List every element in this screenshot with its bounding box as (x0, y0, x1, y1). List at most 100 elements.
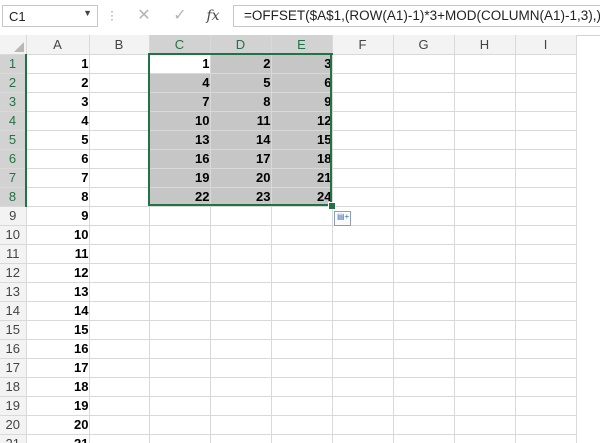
cell-f19[interactable] (332, 396, 394, 416)
cell-a7[interactable]: 7 (26, 168, 90, 188)
cell-h19[interactable] (454, 396, 516, 416)
cell-g8[interactable] (393, 187, 455, 207)
cell-e6[interactable]: 18 (271, 149, 333, 169)
cell-b12[interactable] (89, 263, 150, 283)
cell-b19[interactable] (89, 396, 150, 416)
cell-e12[interactable] (271, 263, 333, 283)
cell-e10[interactable] (271, 225, 333, 245)
cell-d15[interactable] (210, 320, 272, 340)
cell-f6[interactable] (332, 149, 394, 169)
cell-f5[interactable] (332, 130, 394, 150)
cell-f18[interactable] (332, 377, 394, 397)
cell-d17[interactable] (210, 358, 272, 378)
cell-g15[interactable] (393, 320, 455, 340)
cell-h14[interactable] (454, 301, 516, 321)
row-header-14[interactable]: 14 (0, 301, 27, 321)
cell-g16[interactable] (393, 339, 455, 359)
cell-h4[interactable] (454, 111, 516, 131)
cell-g9[interactable] (393, 206, 455, 226)
cell-h7[interactable] (454, 168, 516, 188)
cell-d7[interactable]: 20 (210, 168, 272, 188)
row-header-21[interactable]: 21 (0, 434, 27, 443)
cell-i15[interactable] (515, 320, 577, 340)
cell-h17[interactable] (454, 358, 516, 378)
cell-b3[interactable] (89, 92, 150, 112)
cell-f12[interactable] (332, 263, 394, 283)
cell-g7[interactable] (393, 168, 455, 188)
cell-h15[interactable] (454, 320, 516, 340)
confirm-icon[interactable]: ✓ (169, 5, 191, 27)
cell-d13[interactable] (210, 282, 272, 302)
cell-e14[interactable] (271, 301, 333, 321)
cell-d12[interactable] (210, 263, 272, 283)
cell-b21[interactable] (89, 434, 150, 443)
cell-d11[interactable] (210, 244, 272, 264)
cell-i4[interactable] (515, 111, 577, 131)
cell-e9[interactable] (271, 206, 333, 226)
cell-e21[interactable] (271, 434, 333, 443)
cell-b17[interactable] (89, 358, 150, 378)
cell-f2[interactable] (332, 73, 394, 93)
cell-f10[interactable] (332, 225, 394, 245)
cell-g2[interactable] (393, 73, 455, 93)
row-header-13[interactable]: 13 (0, 282, 27, 302)
cell-d8[interactable]: 23 (210, 187, 272, 207)
cell-a8[interactable]: 8 (26, 187, 90, 207)
cell-h18[interactable] (454, 377, 516, 397)
cell-c14[interactable] (149, 301, 211, 321)
row-header-9[interactable]: 9 (0, 206, 27, 226)
cell-f15[interactable] (332, 320, 394, 340)
cell-h6[interactable] (454, 149, 516, 169)
cell-h13[interactable] (454, 282, 516, 302)
cell-e1[interactable]: 3 (271, 54, 333, 74)
cell-c13[interactable] (149, 282, 211, 302)
chevron-down-icon[interactable]: ▼ (83, 8, 92, 18)
cell-h21[interactable] (454, 434, 516, 443)
cell-g18[interactable] (393, 377, 455, 397)
cell-b13[interactable] (89, 282, 150, 302)
cell-g10[interactable] (393, 225, 455, 245)
cell-i16[interactable] (515, 339, 577, 359)
cell-f16[interactable] (332, 339, 394, 359)
cell-a16[interactable]: 16 (26, 339, 90, 359)
cell-d4[interactable]: 11 (210, 111, 272, 131)
row-header-8[interactable]: 8 (0, 187, 27, 207)
column-header-d[interactable]: D (210, 35, 272, 55)
cell-c15[interactable] (149, 320, 211, 340)
cell-i14[interactable] (515, 301, 577, 321)
cell-d20[interactable] (210, 415, 272, 435)
cell-i9[interactable] (515, 206, 577, 226)
cell-g14[interactable] (393, 301, 455, 321)
cell-i13[interactable] (515, 282, 577, 302)
cell-e13[interactable] (271, 282, 333, 302)
fill-handle[interactable] (328, 202, 336, 210)
cell-f11[interactable] (332, 244, 394, 264)
cell-b16[interactable] (89, 339, 150, 359)
cell-a3[interactable]: 3 (26, 92, 90, 112)
cell-f3[interactable] (332, 92, 394, 112)
column-header-i[interactable]: I (515, 35, 577, 55)
cell-d19[interactable] (210, 396, 272, 416)
column-header-h[interactable]: H (454, 35, 516, 55)
row-header-2[interactable]: 2 (0, 73, 27, 93)
cell-a20[interactable]: 20 (26, 415, 90, 435)
cell-h20[interactable] (454, 415, 516, 435)
cell-f7[interactable] (332, 168, 394, 188)
cell-i11[interactable] (515, 244, 577, 264)
column-header-g[interactable]: G (393, 35, 455, 55)
cell-h11[interactable] (454, 244, 516, 264)
cell-h9[interactable] (454, 206, 516, 226)
cell-c9[interactable] (149, 206, 211, 226)
cell-b11[interactable] (89, 244, 150, 264)
cell-c3[interactable]: 7 (149, 92, 211, 112)
row-header-17[interactable]: 17 (0, 358, 27, 378)
cell-d6[interactable]: 17 (210, 149, 272, 169)
cell-g21[interactable] (393, 434, 455, 443)
cell-b14[interactable] (89, 301, 150, 321)
cell-i5[interactable] (515, 130, 577, 150)
cell-h8[interactable] (454, 187, 516, 207)
cell-f8[interactable] (332, 187, 394, 207)
quick-analysis-icon[interactable]: ▤+ (334, 211, 351, 226)
cell-g5[interactable] (393, 130, 455, 150)
cell-b20[interactable] (89, 415, 150, 435)
